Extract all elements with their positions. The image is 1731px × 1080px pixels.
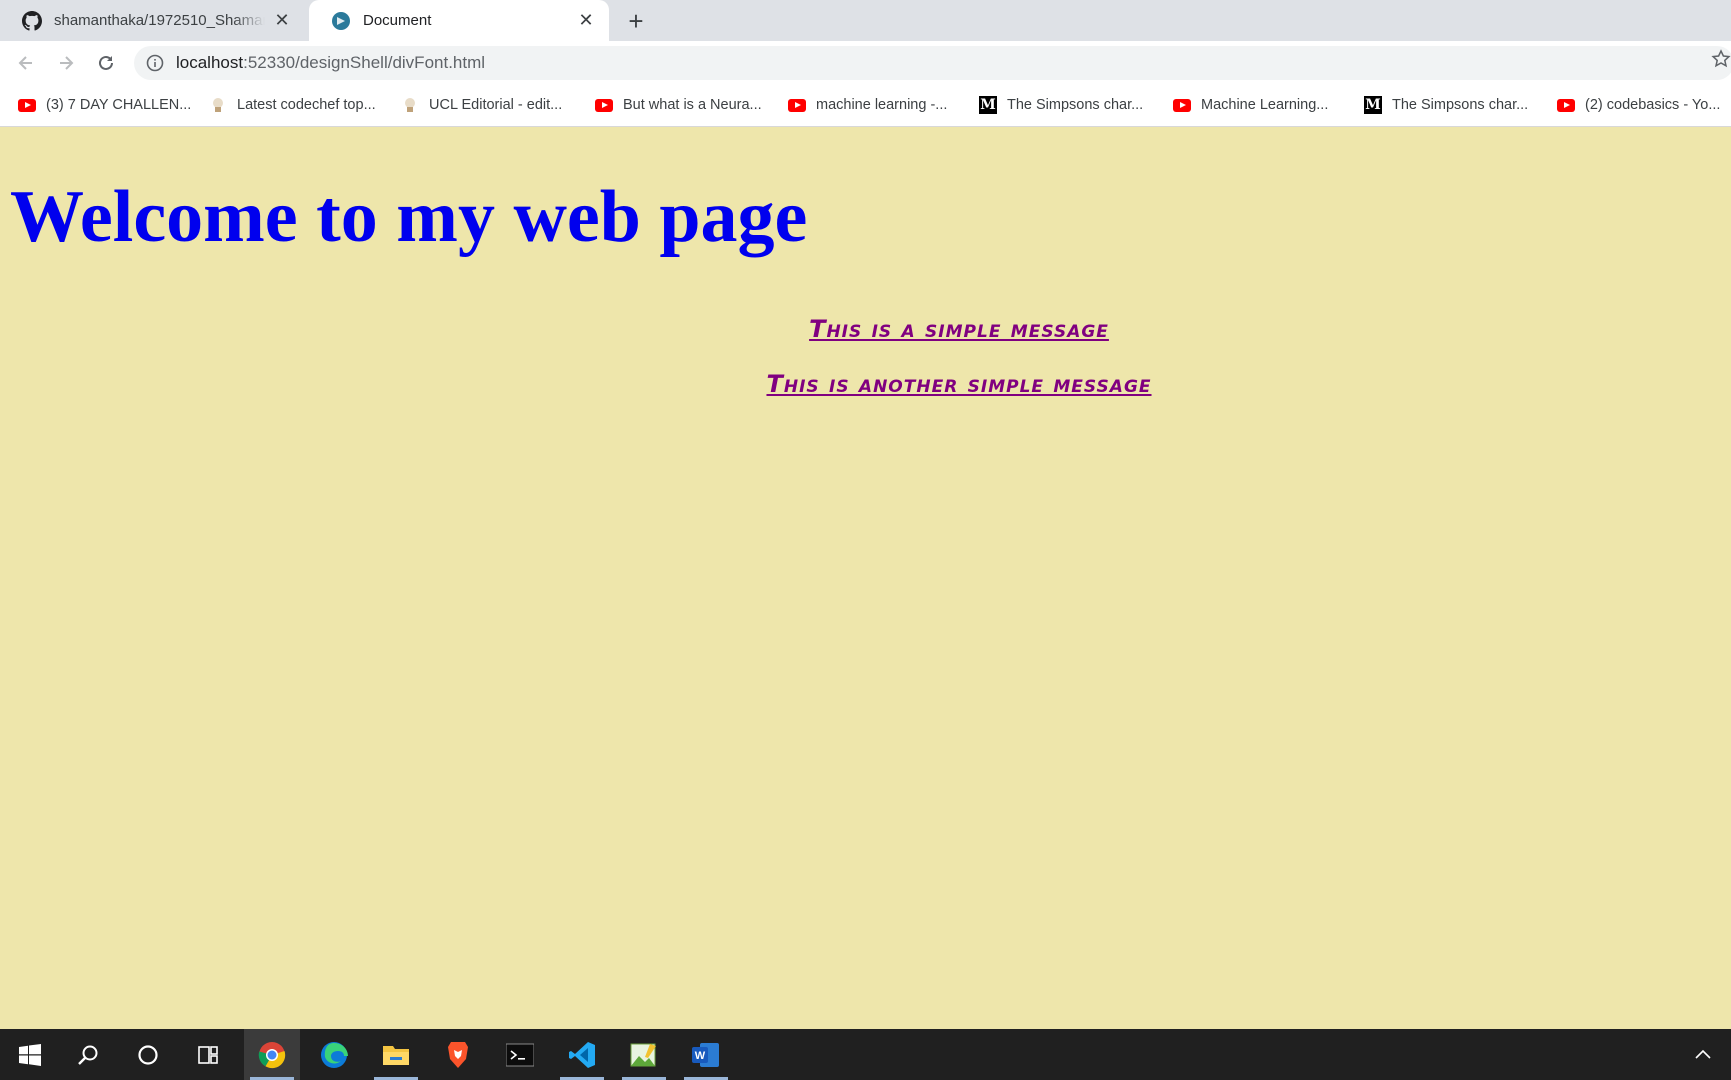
bookmark-star-icon[interactable] xyxy=(1711,49,1731,69)
taskbar-terminal[interactable] xyxy=(492,1029,548,1080)
edge-icon xyxy=(321,1041,348,1068)
new-tab-button[interactable]: + xyxy=(622,7,650,35)
bookmark-item[interactable]: (2) codebasics - Yo... xyxy=(1557,85,1720,125)
tab-title: Document xyxy=(363,12,432,29)
chevron-up-icon[interactable] xyxy=(1693,1045,1713,1065)
youtube-icon xyxy=(18,96,36,114)
cortana-icon xyxy=(138,1044,158,1065)
url-path: :52330/designShell/divFont.html xyxy=(243,53,486,72)
chrome-icon xyxy=(258,1041,286,1068)
youtube-icon xyxy=(788,96,806,114)
bookmark-item[interactable]: But what is a Neura... xyxy=(595,85,762,125)
another-simple-message: This is another simple message xyxy=(766,370,1152,398)
back-button[interactable] xyxy=(12,49,40,77)
bookmark-label: Machine Learning... xyxy=(1201,97,1329,113)
bookmark-label: (3) 7 DAY CHALLEN... xyxy=(46,97,192,113)
bookmark-label: But what is a Neura... xyxy=(623,97,762,113)
simple-message: This is a simple message xyxy=(809,315,1109,343)
windows-taskbar: W xyxy=(0,1029,1731,1080)
bookmark-item[interactable]: (3) 7 DAY CHALLEN... xyxy=(18,85,191,125)
reload-button[interactable] xyxy=(92,49,120,77)
bookmark-label: Latest codechef top... xyxy=(237,97,376,113)
svg-text:W: W xyxy=(695,1050,706,1062)
bookmark-item[interactable]: Latest codechef top... xyxy=(209,85,376,125)
terminal-icon xyxy=(506,1043,534,1066)
task-view-icon xyxy=(198,1045,218,1064)
word-icon: W xyxy=(692,1042,719,1067)
taskbar-image-editor[interactable] xyxy=(616,1029,672,1080)
info-icon[interactable] xyxy=(146,54,164,72)
tab-github[interactable]: shamanthaka/1972510_Shamanthaka ✕ xyxy=(0,0,305,41)
bookmark-label: The Simpsons char... xyxy=(1392,97,1529,113)
bookmark-label: The Simpsons char... xyxy=(1007,97,1144,113)
page-viewport: Welcome to my web page This is a simple … xyxy=(0,127,1731,1029)
start-button[interactable] xyxy=(2,1029,58,1080)
taskbar-brave[interactable] xyxy=(430,1029,486,1080)
task-view-button[interactable] xyxy=(180,1029,236,1080)
bookmark-item[interactable]: Machine Learning... xyxy=(1173,85,1328,125)
image-editor-icon xyxy=(630,1043,656,1066)
vscode-icon xyxy=(569,1041,595,1068)
tab-title: shamanthaka/1972510_Shamanthaka xyxy=(54,12,265,29)
taskbar-search[interactable] xyxy=(60,1029,116,1080)
bookmark-item[interactable]: UCL Editorial - edit... xyxy=(401,85,562,125)
bookmark-item[interactable]: M The Simpsons char... xyxy=(979,85,1143,125)
bookmark-label: UCL Editorial - edit... xyxy=(429,97,563,113)
tab-document[interactable]: Document ✕ xyxy=(309,0,609,41)
url-text: localhost:52330/designShell/divFont.html xyxy=(176,46,485,80)
brave-icon xyxy=(448,1041,468,1068)
url-host: localhost xyxy=(176,53,244,72)
bookmark-item[interactable]: machine learning -... xyxy=(788,85,947,125)
taskbar-file-explorer[interactable] xyxy=(368,1029,424,1080)
close-tab-icon[interactable]: ✕ xyxy=(575,10,597,32)
close-tab-icon[interactable]: ✕ xyxy=(271,10,293,32)
arrow-right-icon xyxy=(60,56,74,70)
browser-toolbar: localhost:52330/designShell/divFont.html xyxy=(0,41,1731,85)
youtube-icon xyxy=(595,96,613,114)
medium-icon: M xyxy=(979,96,997,114)
codechef-icon xyxy=(401,96,419,114)
taskbar-word[interactable]: W xyxy=(678,1029,734,1080)
github-icon xyxy=(22,10,42,31)
bookmarks-bar: (3) 7 DAY CHALLEN... Latest codechef top… xyxy=(0,85,1731,127)
reload-icon xyxy=(99,55,113,70)
globe-icon xyxy=(332,11,350,30)
youtube-icon xyxy=(1557,96,1575,114)
page-heading: Welcome to my web page xyxy=(10,176,808,258)
bookmark-label: (2) codebasics - Yo... xyxy=(1585,97,1721,113)
forward-button[interactable] xyxy=(52,49,80,77)
search-icon xyxy=(78,1045,98,1065)
taskbar-edge[interactable] xyxy=(306,1029,362,1080)
bookmark-label: machine learning -... xyxy=(816,97,948,113)
medium-icon: M xyxy=(1364,96,1382,114)
bookmark-item[interactable]: M The Simpsons char... xyxy=(1364,85,1528,125)
youtube-icon xyxy=(1173,96,1191,114)
arrow-left-icon xyxy=(18,56,32,70)
address-bar[interactable]: localhost:52330/designShell/divFont.html xyxy=(134,46,1731,80)
codechef-icon xyxy=(209,96,227,114)
tab-strip: shamanthaka/1972510_Shamanthaka ✕ Docume… xyxy=(0,0,1731,41)
taskbar-chrome[interactable] xyxy=(244,1029,300,1080)
file-explorer-icon xyxy=(383,1045,409,1065)
windows-start-icon xyxy=(19,1043,41,1066)
cortana-button[interactable] xyxy=(120,1029,176,1080)
taskbar-vscode[interactable] xyxy=(554,1029,610,1080)
